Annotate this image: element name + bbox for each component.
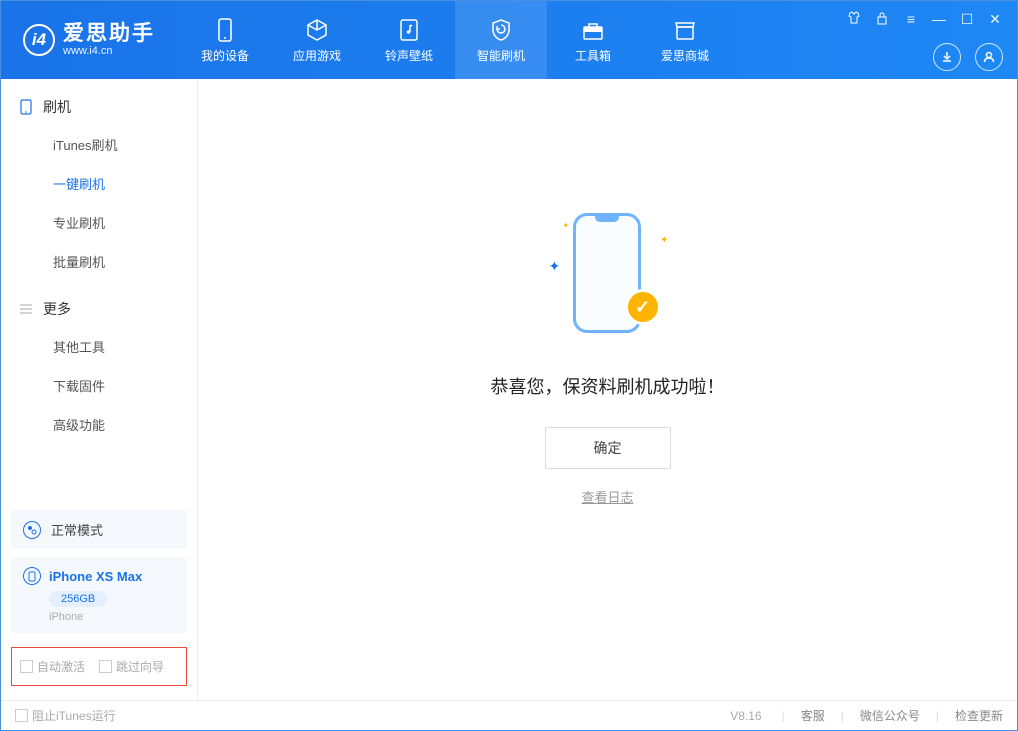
nav-label: 智能刷机 [477, 47, 525, 64]
sparkle-icon: ✦ [549, 258, 561, 275]
sidebar-item-oneclick-flash[interactable]: 一键刷机 [1, 164, 197, 203]
section-title: 更多 [43, 299, 71, 319]
phone-icon [212, 17, 238, 43]
nav-label: 铃声壁纸 [385, 47, 433, 64]
main-content: ✦ ✦ ✦ ✓ 恭喜您，保资料刷机成功啦！ 确定 查看日志 [198, 79, 1017, 700]
mode-panel[interactable]: 正常模式 [11, 510, 187, 549]
checkbox-icon [20, 660, 33, 673]
checkbox-skip-guide[interactable]: 跳过向导 [99, 658, 164, 675]
device-name-row: iPhone XS Max [23, 567, 175, 585]
device-icon [19, 100, 33, 114]
nav-label: 工具箱 [575, 47, 611, 64]
user-icon[interactable] [975, 43, 1003, 71]
store-icon [672, 17, 698, 43]
checkbox-label: 阻止iTunes运行 [32, 707, 116, 724]
device-storage: 256GB [49, 591, 107, 607]
sidebar-section-flash: 刷机 [1, 79, 197, 125]
header: i4 爱思助手 www.i4.cn 我的设备 应用游戏 [1, 1, 1017, 79]
maximize-icon[interactable]: ☐ [959, 11, 975, 28]
header-right [933, 43, 1003, 71]
toolbox-icon [580, 17, 606, 43]
footer-link-support[interactable]: 客服 [801, 707, 825, 724]
sidebar-item-advanced[interactable]: 高级功能 [1, 405, 197, 444]
checkbox-label: 跳过向导 [116, 658, 164, 675]
music-icon [396, 17, 422, 43]
close-icon[interactable]: ✕ [987, 11, 1003, 28]
checkbox-label: 自动激活 [37, 658, 85, 675]
nav-tab-store[interactable]: 爱思商城 [639, 1, 731, 79]
list-icon [19, 302, 33, 316]
nav-label: 我的设备 [201, 47, 249, 64]
success-message: 恭喜您，保资料刷机成功啦！ [491, 373, 725, 399]
checkbox-area: 自动激活 跳过向导 [11, 647, 187, 686]
checkbox-block-itunes[interactable]: 阻止iTunes运行 [15, 707, 116, 724]
sidebar-item-batch-flash[interactable]: 批量刷机 [1, 242, 197, 281]
logo-text: 爱思助手 www.i4.cn [63, 23, 155, 57]
footer-links: | 客服 | 微信公众号 | 检查更新 [782, 707, 1003, 724]
sidebar-item-other-tools[interactable]: 其他工具 [1, 327, 197, 366]
footer-link-update[interactable]: 检查更新 [955, 707, 1003, 724]
mode-label: 正常模式 [51, 520, 103, 539]
app-window: i4 爱思助手 www.i4.cn 我的设备 应用游戏 [0, 0, 1018, 731]
device-name: iPhone XS Max [49, 569, 142, 584]
menu-icon[interactable]: ≡ [903, 11, 919, 28]
success-illustration: ✦ ✦ ✦ ✓ [553, 213, 663, 343]
download-icon[interactable] [933, 43, 961, 71]
sparkle-icon: ✦ [563, 221, 570, 230]
view-log-link[interactable]: 查看日志 [581, 487, 633, 506]
app-title: 爱思助手 [63, 23, 155, 44]
nav-tab-flash[interactable]: 智能刷机 [455, 1, 547, 79]
sidebar-item-pro-flash[interactable]: 专业刷机 [1, 203, 197, 242]
nav-tab-device[interactable]: 我的设备 [179, 1, 271, 79]
cube-icon [304, 17, 330, 43]
nav-tabs: 我的设备 应用游戏 铃声壁纸 智能刷机 [179, 1, 731, 79]
logo-icon: i4 [23, 24, 55, 56]
sidebar-item-download-firmware[interactable]: 下载固件 [1, 366, 197, 405]
lock-icon[interactable] [875, 11, 891, 28]
shirt-icon[interactable] [847, 11, 863, 28]
body: 刷机 iTunes刷机 一键刷机 专业刷机 批量刷机 更多 其他工具 下载固件 … [1, 79, 1017, 700]
footer: 阻止iTunes运行 V8.16 | 客服 | 微信公众号 | 检查更新 [1, 700, 1017, 730]
nav-tab-tools[interactable]: 工具箱 [547, 1, 639, 79]
phone-small-icon [23, 567, 41, 585]
ok-button[interactable]: 确定 [545, 427, 671, 469]
checkbox-auto-activate[interactable]: 自动激活 [20, 658, 85, 675]
checkbox-icon [99, 660, 112, 673]
shield-icon [488, 17, 514, 43]
window-controls: ≡ — ☐ ✕ [847, 11, 1003, 28]
section-title: 刷机 [43, 97, 71, 117]
logo-area: i4 爱思助手 www.i4.cn [1, 23, 179, 57]
check-badge-icon: ✓ [625, 289, 661, 325]
minimize-icon[interactable]: — [931, 11, 947, 28]
sparkle-icon: ✦ [660, 235, 668, 246]
sidebar-section-more: 更多 [1, 281, 197, 327]
mode-icon [23, 521, 41, 539]
device-type: iPhone [49, 611, 175, 623]
nav-tab-ringtone[interactable]: 铃声壁纸 [363, 1, 455, 79]
sidebar-item-itunes-flash[interactable]: iTunes刷机 [1, 125, 197, 164]
nav-tab-apps[interactable]: 应用游戏 [271, 1, 363, 79]
footer-link-wechat[interactable]: 微信公众号 [860, 707, 920, 724]
sidebar: 刷机 iTunes刷机 一键刷机 专业刷机 批量刷机 更多 其他工具 下载固件 … [1, 79, 198, 700]
app-url: www.i4.cn [63, 46, 155, 57]
version-label: V8.16 [730, 709, 761, 723]
nav-label: 爱思商城 [661, 47, 709, 64]
nav-label: 应用游戏 [293, 47, 341, 64]
checkbox-icon [15, 709, 28, 722]
device-panel[interactable]: iPhone XS Max 256GB iPhone [11, 557, 187, 633]
